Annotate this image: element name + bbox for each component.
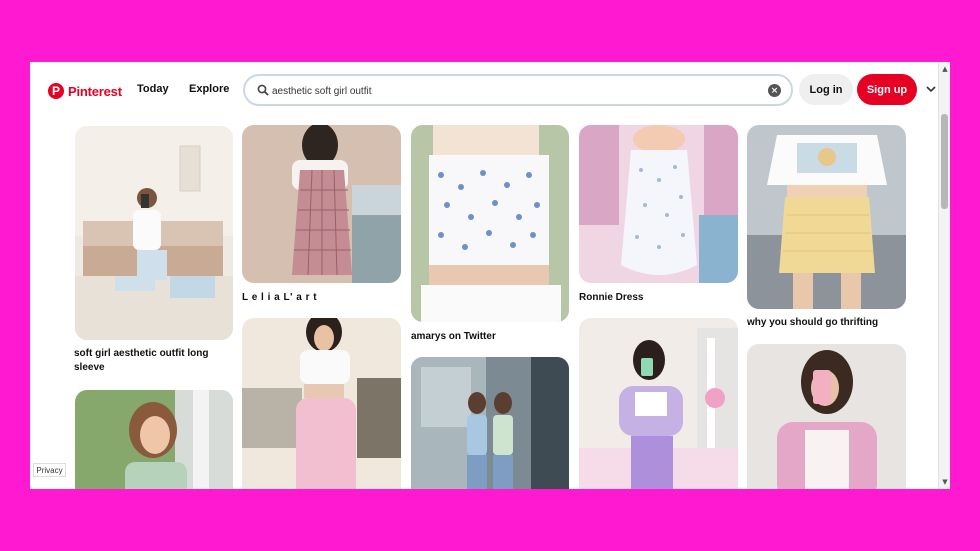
login-button[interactable]: Log in <box>799 74 853 105</box>
pin-photo <box>242 318 401 489</box>
logo-text: Pinterest <box>68 83 122 99</box>
search-icon <box>257 84 269 96</box>
pin-caption[interactable]: why you should go thrifting <box>747 316 907 330</box>
clear-search-icon[interactable]: × <box>768 84 781 97</box>
scroll-down-icon[interactable]: ▼ <box>940 478 950 486</box>
pin-image[interactable] <box>579 125 738 283</box>
pin-photo <box>411 357 569 489</box>
pin-photo <box>242 125 401 283</box>
search-input[interactable] <box>272 82 762 100</box>
pin-caption[interactable]: soft girl aesthetic outfit long sleeve <box>74 347 234 375</box>
chevron-down-icon[interactable] <box>925 84 937 94</box>
nav-explore-link[interactable]: Explore <box>189 83 229 95</box>
pin-image[interactable] <box>411 125 569 322</box>
pin-image[interactable] <box>242 125 401 283</box>
pin-photo <box>579 318 738 489</box>
pin-image[interactable] <box>75 390 233 489</box>
top-header: P Pinterest Today Explore × Log in Sign … <box>30 62 938 120</box>
pin-image[interactable] <box>747 344 906 489</box>
pin-caption[interactable]: amarys on Twitter <box>411 330 571 344</box>
pin-image[interactable] <box>242 318 401 489</box>
browser-viewport: P Pinterest Today Explore × Log in Sign … <box>30 62 950 489</box>
pin-photo <box>411 125 569 322</box>
pin-image[interactable] <box>411 357 569 489</box>
pin-image[interactable] <box>75 126 233 340</box>
nav-today-link[interactable]: Today <box>137 83 169 95</box>
scroll-thumb[interactable] <box>941 114 948 209</box>
pin-photo <box>579 125 738 283</box>
scroll-up-icon[interactable]: ▲ <box>940 65 950 73</box>
search-bar[interactable]: × <box>243 74 793 106</box>
pinterest-logo[interactable]: P Pinterest <box>48 80 122 102</box>
privacy-link[interactable]: Privacy <box>33 463 66 477</box>
pin-image[interactable] <box>579 318 738 489</box>
pin-caption[interactable]: Ronnie Dress <box>579 291 739 305</box>
pin-photo <box>75 126 233 340</box>
pin-photo <box>747 344 906 489</box>
pin-photo <box>75 390 233 489</box>
pin-photo <box>747 125 906 309</box>
pinterest-logo-icon: P <box>48 83 64 99</box>
pin-caption[interactable]: L e l i a L' a r t <box>242 291 402 305</box>
signup-button[interactable]: Sign up <box>857 74 917 105</box>
pin-image[interactable] <box>747 125 906 309</box>
vertical-scrollbar[interactable]: ▲ ▼ <box>938 62 950 489</box>
